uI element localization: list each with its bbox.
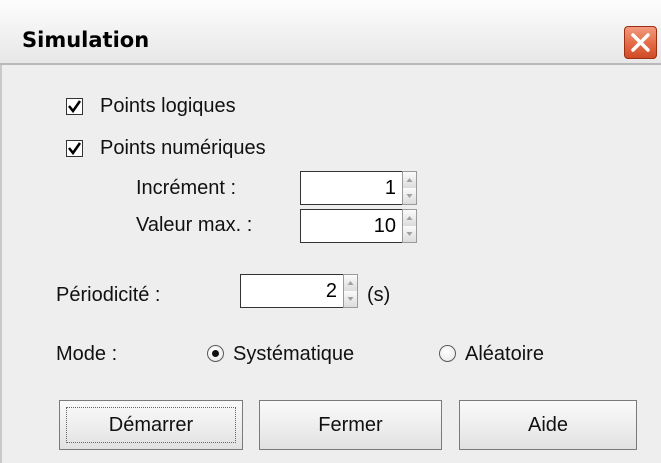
close-dialog-button[interactable]: Fermer <box>259 400 442 450</box>
mode-systematic-label[interactable]: Systématique <box>233 342 354 366</box>
chevron-up-icon <box>406 178 413 182</box>
start-button[interactable]: Démarrer <box>59 400 243 450</box>
numeric-points-checkbox[interactable] <box>66 140 83 157</box>
window-title: Simulation <box>22 28 150 52</box>
max-value-label: Valeur max. : <box>136 214 253 236</box>
max-value-spinner: 10 <box>300 209 417 243</box>
logical-points-label[interactable]: Points logiques <box>100 94 236 118</box>
mode-systematic-radio[interactable] <box>207 345 224 362</box>
window-frame <box>0 0 2 463</box>
radio-selected-dot <box>212 350 219 357</box>
increment-field[interactable]: 1 <box>300 171 402 205</box>
numeric-points-label[interactable]: Points numériques <box>100 136 266 160</box>
max-value-spin-buttons <box>402 209 417 243</box>
periodicity-label: Périodicité : <box>56 284 161 306</box>
start-button-label: Démarrer <box>108 414 194 436</box>
checkmark-icon <box>68 100 82 114</box>
increment-up-button[interactable] <box>403 172 416 189</box>
simulation-dialog: Simulation Points logiques Points numéri… <box>0 0 661 463</box>
checkmark-icon <box>68 142 82 156</box>
max-value-down-button[interactable] <box>403 226 416 242</box>
increment-spinner: 1 <box>300 171 417 205</box>
title-bar[interactable]: Simulation <box>0 0 661 65</box>
close-button-label: Fermer <box>318 414 383 436</box>
chevron-up-icon <box>347 281 354 285</box>
periodicity-down-button[interactable] <box>344 291 357 307</box>
close-x-icon <box>631 33 650 52</box>
increment-spin-buttons <box>402 171 417 205</box>
chevron-up-icon <box>406 216 413 220</box>
max-value-field[interactable]: 10 <box>300 209 402 243</box>
chevron-down-icon <box>406 232 413 236</box>
close-button[interactable] <box>624 26 657 59</box>
logical-points-checkbox[interactable] <box>66 98 83 115</box>
periodicity-field[interactable]: 2 <box>240 274 343 308</box>
mode-random-radio[interactable] <box>439 345 456 362</box>
chevron-down-icon <box>347 297 354 301</box>
mode-random-label[interactable]: Aléatoire <box>465 342 544 366</box>
max-value-up-button[interactable] <box>403 210 416 227</box>
help-button-label: Aide <box>527 414 569 436</box>
chevron-down-icon <box>406 194 413 198</box>
periodicity-up-button[interactable] <box>344 275 357 292</box>
periodicity-spin-buttons <box>343 274 358 308</box>
help-button[interactable]: Aide <box>459 400 637 450</box>
increment-label: Incrément : <box>136 177 237 199</box>
increment-down-button[interactable] <box>403 188 416 204</box>
mode-label: Mode : <box>56 343 118 365</box>
periodicity-unit: (s) <box>367 284 391 306</box>
periodicity-spinner: 2 <box>240 274 358 308</box>
